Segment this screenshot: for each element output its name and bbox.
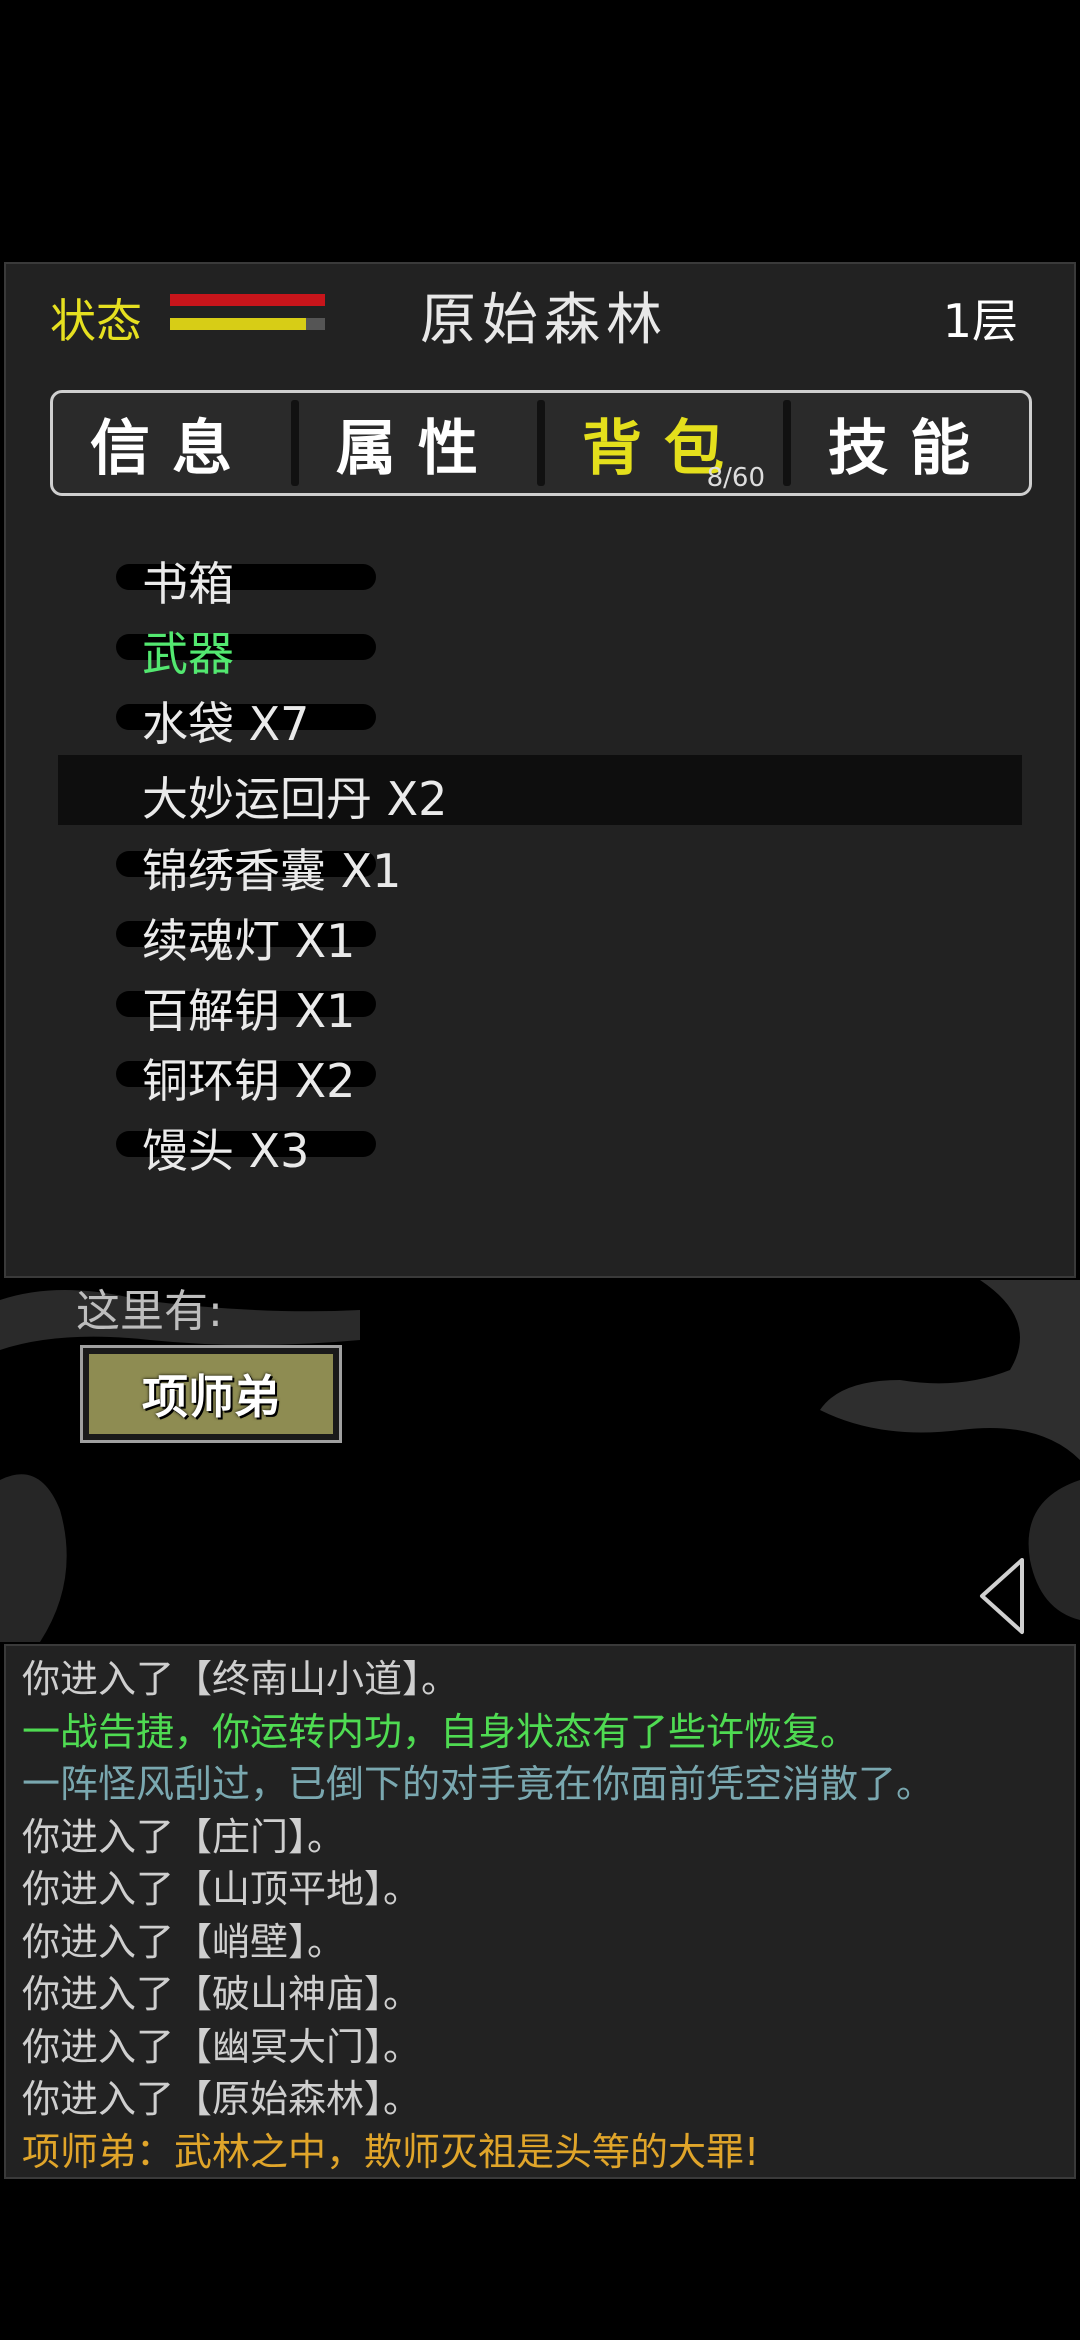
item-label: 续魂灯 X1 (142, 914, 356, 968)
backpack-count: 8/60 (706, 463, 765, 493)
log-line: 你进入了【破山神庙】。 (22, 1972, 422, 2016)
log-line: 你进入了【山顶平地】。 (22, 1867, 422, 1911)
log-line: 你进入了【庄门】。 (22, 1815, 346, 1859)
here-label: 这里有: (76, 1286, 223, 1337)
tab-bar: 信息 属性 背包 8/60 技能 (50, 390, 1032, 496)
mp-bar (170, 318, 307, 330)
tab-divider (291, 400, 299, 486)
item-label: 百解钥 X1 (142, 984, 356, 1038)
inventory-item[interactable]: 铜环钥 X2 (58, 1037, 1022, 1108)
inventory-item[interactable]: 续魂灯 X1 (58, 897, 1022, 968)
log-line: 一阵怪风刮过，已倒下的对手竟在你面前凭空消散了。 (22, 1762, 935, 1806)
tab-attributes[interactable]: 属性 (299, 393, 537, 493)
tab-info-label: 信息 (90, 413, 254, 484)
tab-skills-label: 技能 (828, 413, 992, 484)
inventory-item[interactable]: 百解钥 X1 (58, 967, 1022, 1038)
item-label: 书箱 (142, 557, 234, 611)
inventory-item[interactable]: 书箱 (58, 540, 1022, 611)
hp-bar (170, 294, 325, 306)
message-log: 你进入了【终南山小道】。 一战告捷，你运转内功，自身状态有了些许恢复。 一阵怪风… (4, 1644, 1076, 2179)
tab-divider (537, 400, 545, 486)
inventory-item[interactable]: 锦绣香囊 X1 (58, 827, 1022, 898)
log-line: 你进入了【原始森林】。 (22, 2077, 422, 2121)
floor-indicator: 1层 (942, 294, 1018, 348)
item-label: 大妙运回丹 X2 (142, 772, 448, 826)
inventory-item[interactable]: 水袋 X7 (58, 680, 1022, 751)
npc-button-label: 项师弟 (89, 1354, 333, 1434)
tab-skills[interactable]: 技能 (791, 393, 1029, 493)
status-label[interactable]: 状态 (50, 285, 142, 351)
item-label: 锦绣香囊 X1 (142, 844, 402, 898)
tab-info[interactable]: 信息 (53, 393, 291, 493)
tab-backpack[interactable]: 背包 8/60 (545, 393, 783, 494)
inventory-item[interactable]: 武器 (58, 610, 1022, 681)
log-line: 你进入了【终南山小道】。 (22, 1657, 460, 1701)
item-label: 铜环钥 X2 (142, 1054, 356, 1108)
tab-attributes-label: 属性 (336, 413, 500, 484)
location-title: 原始森林 (420, 288, 668, 353)
inventory-item-selected[interactable]: 大妙运回丹 X2 (58, 755, 1022, 826)
log-line: 项师弟：武林之中，欺师灭祖是头等的大罪! (22, 2130, 760, 2174)
log-line: 一战告捷，你运转内功，自身状态有了些许恢复。 (22, 1710, 859, 1754)
inventory-item[interactable]: 馒头 X3 (58, 1107, 1022, 1178)
npc-button[interactable]: 项师弟 (80, 1345, 342, 1443)
log-line: 你进入了【峭壁】。 (22, 1920, 346, 1964)
back-arrow-icon[interactable] (978, 1556, 1028, 1636)
tab-divider (783, 400, 791, 486)
item-label: 馒头 X3 (142, 1124, 310, 1178)
log-line: 你进入了【幽冥大门】。 (22, 2025, 422, 2069)
item-label: 水袋 X7 (142, 697, 310, 751)
item-label: 武器 (142, 627, 234, 681)
